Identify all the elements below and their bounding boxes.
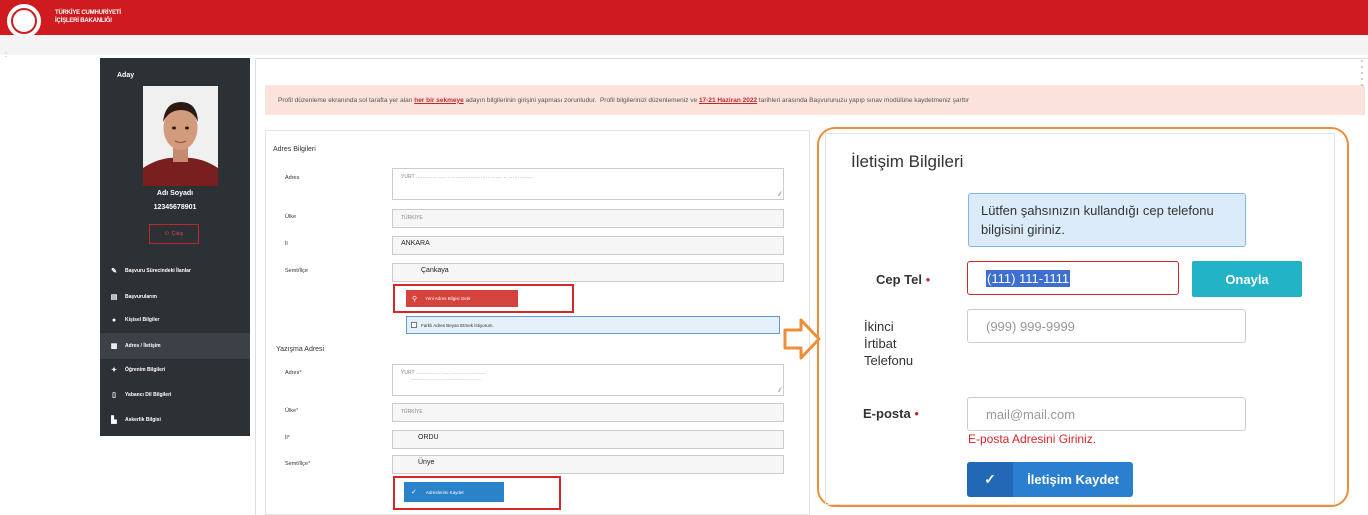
power-icon: ⏻ [164,231,169,237]
sidebar: Aday Adı Soyadı 12345678901 ⏻ Çıkış ✎ Ba… [100,58,250,436]
contact-title: İletişim Bilgileri [851,152,964,171]
il-select[interactable]: ANKARA [392,236,784,255]
address-section-title: Adres Bilgileri [273,146,316,153]
yazisma-semt-label: Semt/İlçe* [285,461,311,467]
email-label: E-posta ● [863,406,920,421]
ulke-select[interactable]: TÜRKİYE [392,209,784,228]
edit-icon: ✎ [111,268,117,275]
alert-text-1: Profil düzenleme ekranında sol tarafta y… [278,96,415,104]
different-address-checkbox[interactable]: Farklı Adres Beyan Etmek İstiyorum. [406,316,780,334]
address-card-icon: ▦ [110,343,118,350]
org-name-line2: İÇİŞLERİ BAKANLIĞI [55,18,112,24]
yazisma-il-label: İl* [285,435,290,441]
email-placeholder: mail@mail.com [986,406,1076,422]
logout-label: Çıkış [171,231,184,237]
alert-text-3: tarihleri arasında Başvurunuzu yapıp sın… [757,96,970,104]
document-icon: ▤ [110,294,118,301]
contact-info-box: Lütfen şahsınızın kullandığı cep telefon… [968,193,1246,247]
alert-link-dates[interactable]: 17-21 Haziran 2022 [699,97,757,104]
second-phone-label: İkinci İrtibat Telefonu [864,319,914,368]
sidebar-item-adres[interactable]: ▦ Adres / İletişim [100,333,250,359]
ulke-label: Ülke [285,214,297,220]
yazisma-adres-line2: …………………………………… [411,376,481,382]
adres-textarea[interactable]: YURT ……………… …………………………… .. …………… ⁄⁄ [392,168,784,200]
cep-tel-input[interactable]: (111) 111-1111 [967,261,1179,295]
il-label: İl [285,241,288,247]
info-alert: Profil düzenleme ekranında sol tarafta y… [265,85,1365,115]
adres-label: Adres [285,175,300,181]
highlight-box-save-address [393,476,561,510]
sidebar-item-label: Başvurularım [125,294,157,300]
sidebar-item-kisisel[interactable]: ● Kişisel Bilgiler [100,307,250,333]
check-icon: ✓ [967,462,1013,497]
arrow-right-icon [783,318,821,360]
yazisma-ulke-label: Ülke* [285,408,299,414]
confirm-phone-button[interactable]: Onayla [1192,261,1302,297]
different-address-label: Farklı Adres Beyan Etmek İstiyorum. [421,322,494,328]
yazisma-ulke-select[interactable]: TÜRKİYE [392,403,784,422]
sidebar-item-label: Öğrenim Bilgileri [125,367,166,373]
sidebar-item-label: Kişisel Bilgiler [125,317,160,323]
org-name-line1: TÜRKİYE CUMHURİYETİ [55,10,121,16]
yazisma-semt-select[interactable]: Ünye [392,455,784,474]
sidebar-item-label: Yabancı Dil Bilgileri [125,392,172,398]
save-contact-label: İletişim Kaydet [1027,472,1119,487]
email-input[interactable]: mail@mail.com [967,397,1246,431]
graduation-icon: ✦ [111,367,117,374]
adres-value: YURT ……………… …………………………… .. …………… [401,174,533,180]
menu-dots: : [5,50,8,59]
yazisma-adres-textarea[interactable]: YURT …………… …. …………………. …………………………………… ⁄⁄ [392,364,784,396]
resize-handle-icon[interactable]: ⁄⁄ [779,388,781,394]
logout-button[interactable]: ⏻ Çıkış [149,224,199,244]
sidebar-item-yabanci-dil[interactable]: ▯ Yabancı Dil Bilgileri [100,382,250,408]
email-error-text: E-posta Adresini Giriniz. [968,432,1097,446]
sidebar-item-label: Başvuru Sürecindeki İlanlar [125,268,191,274]
sidebar-item-label: Adres / İletişim [125,343,161,349]
semt-select[interactable]: Çankaya [392,263,784,282]
alert-link-tabs[interactable]: her bir sekmeye [414,97,464,104]
user-id-number: 12345678901 [153,204,197,211]
cep-tel-value: (111) 111-1111 [986,269,1071,287]
user-icon: ● [111,316,117,324]
sidebar-item-label: Askerlik Bilgisi [125,417,161,423]
military-icon: ▙ [111,417,117,424]
scrollbar-marks [1361,60,1363,90]
book-icon: ▯ [112,392,116,399]
highlight-box-fetch [393,284,574,313]
sub-header-bar [0,35,1368,55]
cep-tel-label: Cep Tel ● [876,272,931,287]
second-phone-input[interactable]: (999) 999-9999 [967,309,1246,343]
sidebar-item-ogrenim[interactable]: ✦ Öğrenim Bilgileri [100,357,250,383]
yazisma-il-select[interactable]: ORDU [392,430,784,449]
save-contact-button[interactable]: ✓ İletişim Kaydet [967,462,1133,497]
checkbox-icon[interactable] [411,322,417,328]
alert-text-2: adayın bilgilerinin girişini yapması zor… [463,96,699,104]
correspondence-section-title: Yazışma Adresi [276,346,325,353]
top-header-bar [0,0,1368,35]
sidebar-item-askerlik[interactable]: ▙ Askerlik Bilgisi [100,407,250,433]
semt-label: Semt/İlçe [285,268,308,274]
sidebar-item-ilanlar[interactable]: ✎ Başvuru Sürecindeki İlanlar [100,258,250,284]
avatar-photo-icon [143,86,218,186]
user-name: Adı Soyadı [156,190,194,197]
yazisma-adres-label: Adres* [285,370,302,376]
second-phone-placeholder: (999) 999-9999 [986,318,1075,334]
role-label: Aday [117,72,135,79]
avatar [143,86,218,186]
resize-handle-icon[interactable]: ⁄⁄ [779,192,781,198]
